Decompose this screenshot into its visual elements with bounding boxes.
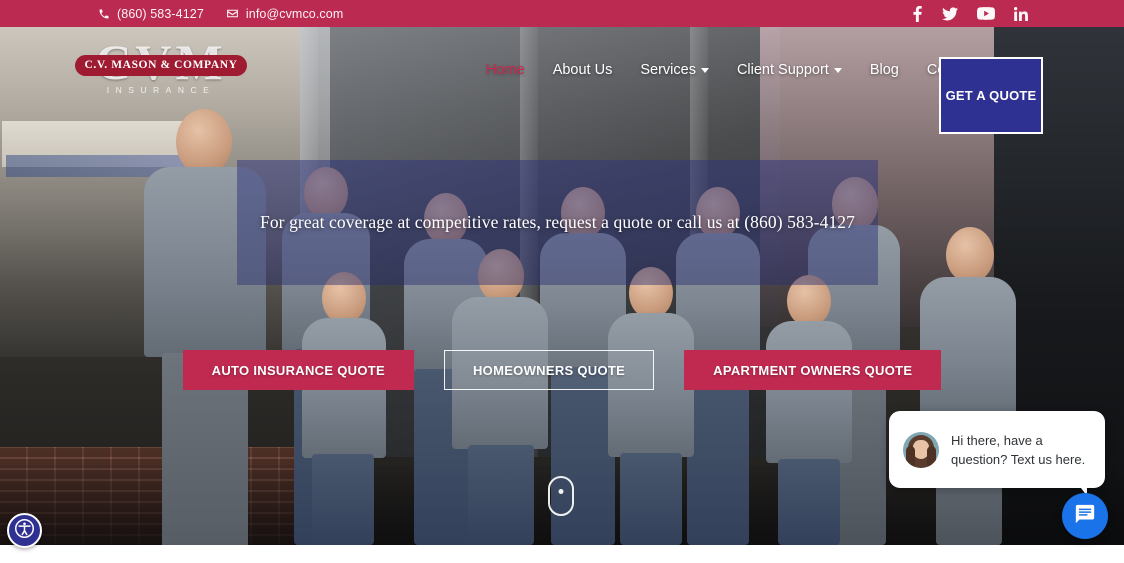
- chat-launcher-button[interactable]: [1062, 493, 1108, 539]
- chevron-down-icon: [833, 68, 842, 73]
- chat-greeting-bubble[interactable]: Hi there, have a question? Text us here.: [889, 411, 1105, 496]
- homeowners-quote-button[interactable]: HOMEOWNERS QUOTE: [443, 350, 655, 390]
- facebook-icon[interactable]: [912, 5, 923, 22]
- nav-label: Blog: [869, 61, 899, 78]
- accessibility-button[interactable]: [7, 513, 42, 548]
- envelope-icon: [226, 7, 239, 20]
- hero-cta-row: AUTO INSURANCE QUOTE HOMEOWNERS QUOTE AP…: [0, 350, 1124, 390]
- nav-label: Client Support: [736, 61, 829, 78]
- get-a-quote-button[interactable]: GET A QUOTE: [939, 57, 1043, 134]
- site-logo[interactable]: CVM C.V. MASON & COMPANY INSURANCE: [66, 33, 256, 105]
- logo-subtitle: INSURANCE: [106, 85, 216, 95]
- chat-bubble-icon: [1074, 503, 1096, 530]
- chat-message: Hi there, have a question? Text us here.: [951, 432, 1086, 467]
- nav-label: Home: [486, 61, 525, 78]
- apartment-owners-quote-button[interactable]: APARTMENT OWNERS QUOTE: [684, 350, 942, 390]
- youtube-icon[interactable]: [977, 7, 995, 20]
- hero-tagline: For great coverage at competitive rates,…: [259, 212, 856, 232]
- page-content-below-hero: [0, 545, 1124, 563]
- main-navigation: Home About Us Services Client Support Bl…: [472, 27, 1004, 112]
- nav-label: About Us: [552, 61, 613, 78]
- nav-item-services[interactable]: Services: [626, 62, 723, 78]
- scroll-down-icon[interactable]: [548, 476, 574, 516]
- topbar-contact-group: (860) 583-4127 info@cvmco.com: [98, 7, 343, 21]
- chevron-down-icon: [700, 68, 709, 73]
- logo-banner: C.V. MASON & COMPANY: [75, 55, 247, 76]
- social-links: [912, 5, 1028, 22]
- page-root: (860) 583-4127 info@cvmco.com For great …: [0, 0, 1124, 563]
- linkedin-icon[interactable]: [1013, 6, 1028, 21]
- nav-item-about-us[interactable]: About Us: [539, 62, 627, 78]
- email-link[interactable]: info@cvmco.com: [226, 7, 343, 21]
- twitter-icon[interactable]: [942, 6, 958, 21]
- email-address: info@cvmco.com: [245, 6, 344, 21]
- accessibility-icon: [14, 518, 35, 544]
- phone-link[interactable]: (860) 583-4127: [98, 7, 204, 21]
- site-header: CVM C.V. MASON & COMPANY INSURANCE Home …: [0, 27, 1124, 134]
- nav-item-client-support[interactable]: Client Support: [723, 62, 856, 78]
- agent-avatar: [903, 431, 939, 468]
- nav-label: Services: [640, 61, 696, 78]
- top-utility-bar: (860) 583-4127 info@cvmco.com: [0, 0, 1124, 27]
- phone-number: (860) 583-4127: [117, 6, 204, 21]
- auto-insurance-quote-button[interactable]: AUTO INSURANCE QUOTE: [182, 350, 414, 390]
- nav-item-home[interactable]: Home: [472, 62, 539, 78]
- nav-item-blog[interactable]: Blog: [856, 62, 913, 78]
- phone-icon: [98, 8, 110, 20]
